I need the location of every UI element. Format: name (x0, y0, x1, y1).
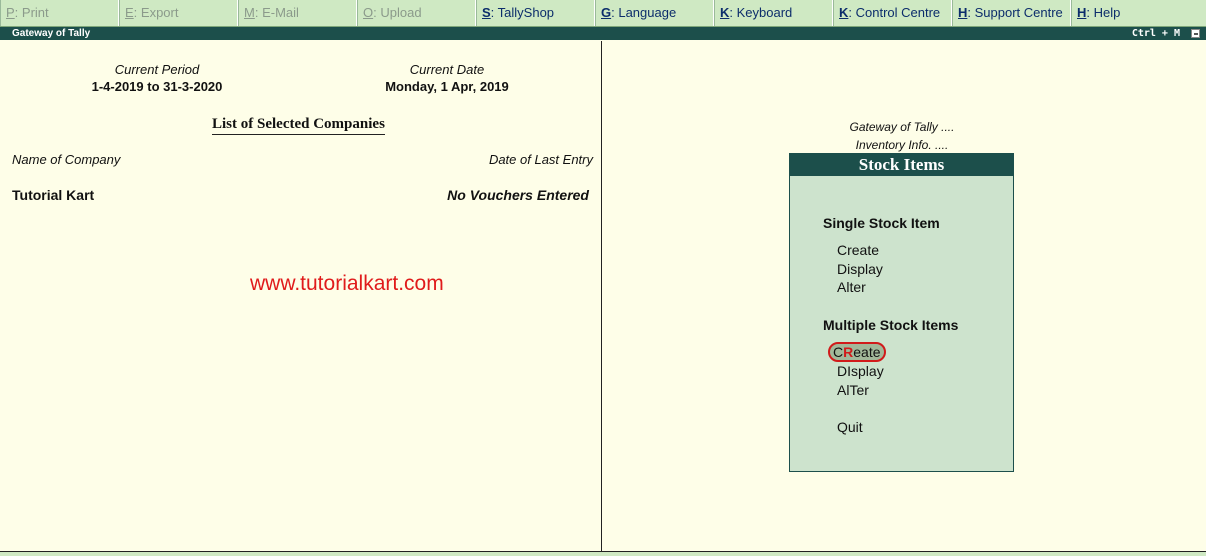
single-create-option[interactable]: Create (837, 242, 879, 258)
multiple-display-option[interactable]: DIsplay (837, 363, 884, 379)
menu-upload[interactable]: O: Upload (357, 0, 476, 26)
company-last-entry: No Vouchers Entered (447, 187, 589, 203)
current-date-label: Current Date (409, 62, 485, 77)
menu-email[interactable]: M: E-Mail (238, 0, 357, 26)
breadcrumb-inventory[interactable]: Inventory Info. .... (802, 138, 1002, 152)
current-date-value: Monday, 1 Apr, 2019 (385, 79, 509, 94)
company-info-panel: Current Period 1-4-2019 to 31-3-2020 Cur… (0, 41, 601, 551)
single-alter-option[interactable]: Alter (837, 279, 866, 295)
column-last-entry: Date of Last Entry (488, 152, 593, 167)
menu-help[interactable]: H: Help (1071, 0, 1206, 26)
multiple-stock-heading: Multiple Stock Items (823, 317, 959, 333)
multiple-alter-option[interactable]: AlTer (837, 382, 869, 398)
company-list-heading: List of Selected Companies (212, 116, 385, 135)
single-display-option[interactable]: Display (837, 261, 883, 277)
multiple-create-option[interactable]: CReate (828, 342, 886, 362)
shortcut-hint: Ctrl + M (1131, 28, 1180, 39)
menu-language[interactable]: G: Language (595, 0, 714, 26)
bottom-button-bar (0, 551, 1206, 556)
menu-panel: Gateway of Tally .... Inventory Info. ..… (602, 41, 1206, 551)
menu-export[interactable]: E: Export (119, 0, 238, 26)
menu-keyboard[interactable]: K: Keyboard (714, 0, 833, 26)
menu-control-centre[interactable]: K: Control Centre (833, 0, 952, 26)
top-menu-bar: P: Print E: Export M: E-Mail O: Upload S… (0, 0, 1206, 27)
company-name[interactable]: Tutorial Kart (12, 187, 94, 203)
quit-option[interactable]: Quit (837, 419, 863, 435)
watermark-text: www.tutorialkart.com (250, 272, 444, 295)
stock-items-menu: Stock Items Single Stock Item Create Dis… (789, 153, 1014, 472)
window-title: Gateway of Tally (12, 28, 91, 39)
menu-tallyshop[interactable]: S: TallyShop (476, 0, 595, 26)
current-period-label: Current Period (114, 62, 200, 77)
breadcrumb-gateway[interactable]: Gateway of Tally .... (802, 120, 1002, 134)
title-bar: Gateway of Tally Ctrl + M (0, 27, 1206, 40)
menu-support-centre[interactable]: H: Support Centre (952, 0, 1071, 26)
current-period-value: 1-4-2019 to 31-3-2020 (91, 79, 223, 94)
single-stock-heading: Single Stock Item (823, 215, 940, 231)
column-company-name: Name of Company (12, 152, 121, 167)
menu-print[interactable]: P: Print (0, 0, 119, 26)
minimize-icon[interactable] (1191, 29, 1200, 38)
stock-items-title: Stock Items (790, 154, 1013, 176)
